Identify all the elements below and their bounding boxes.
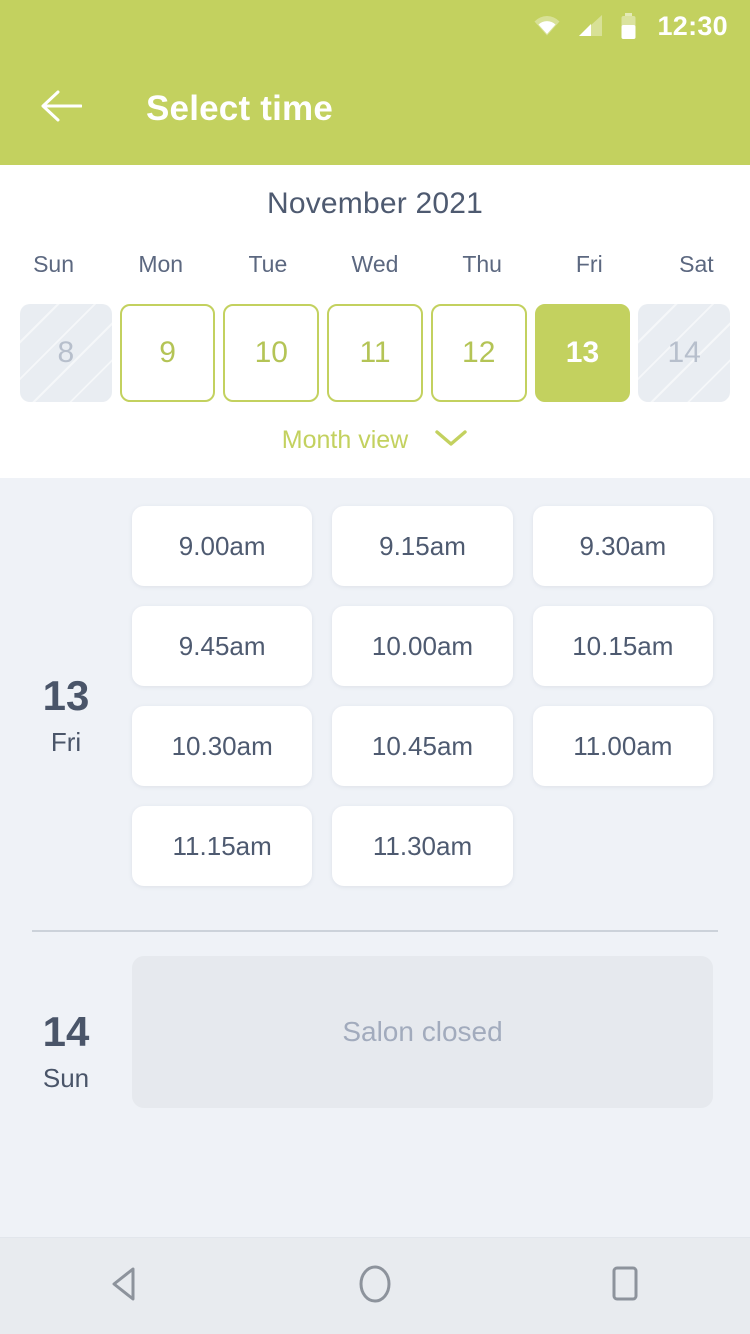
day-gutter-13: 13 Fri [0, 506, 132, 886]
time-slot[interactable]: 10.00am [332, 606, 513, 686]
day-weekday: Fri [50, 726, 82, 757]
cellular-signal-icon [578, 14, 604, 38]
android-home-button[interactable] [320, 1238, 430, 1334]
page-title: Select time [146, 88, 334, 128]
day-number: 13 [42, 672, 90, 720]
android-back-button[interactable] [70, 1238, 180, 1334]
time-slot[interactable]: 11.30am [332, 806, 513, 886]
chevron-down-icon [434, 428, 468, 453]
day-number: 14 [42, 1008, 90, 1056]
time-slot[interactable]: 11.00am [532, 706, 713, 786]
time-slot[interactable]: 9.45am [132, 606, 313, 686]
time-slot-grid: 9.00am 9.15am 9.30am 9.45am 10.00am 10.1… [132, 506, 750, 886]
time-slot[interactable]: 9.30am [532, 506, 713, 586]
weekday-label: Mon [138, 251, 184, 277]
weekday-label: Sun [33, 251, 75, 277]
back-button[interactable] [32, 80, 90, 138]
calendar-day-12[interactable]: 12 [430, 304, 527, 402]
schedule-day-13: 13 Fri 9.00am 9.15am 9.30am 9.45am 10.00… [0, 478, 750, 886]
weekday-label: Thu [462, 251, 502, 277]
back-arrow-icon [40, 89, 83, 128]
time-slot[interactable]: 9.15am [332, 506, 513, 586]
android-recents-icon [607, 1264, 643, 1309]
calendar-day-13[interactable]: 13 [534, 304, 631, 402]
calendar-day-9[interactable]: 9 [119, 304, 216, 402]
time-slot[interactable]: 10.30am [132, 706, 313, 786]
month-view-toggle[interactable]: Month view [0, 426, 750, 455]
app-bar: Select time [0, 52, 750, 165]
weekday-header-row: Sun Mon Tue Wed Thu Fri Sat [0, 251, 750, 278]
status-bar: 12:30 [0, 0, 750, 52]
weekday-label: Sat [679, 251, 714, 277]
month-view-label: Month view [281, 426, 409, 454]
calendar-day-row: 8 9 10 11 12 13 14 [0, 304, 750, 402]
wifi-icon [532, 14, 562, 38]
schedule-list: 13 Fri 9.00am 9.15am 9.30am 9.45am 10.00… [0, 478, 750, 1237]
time-slot[interactable]: 10.15am [532, 606, 713, 686]
calendar-day-8: 8 [20, 304, 112, 402]
android-recents-button[interactable] [570, 1238, 680, 1334]
salon-closed-banner: Salon closed [132, 956, 713, 1108]
day-gutter-14: 14 Sun [0, 956, 132, 1108]
calendar-day-10[interactable]: 10 [223, 304, 320, 402]
weekday-label: Wed [351, 251, 399, 277]
weekday-label: Fri [575, 251, 603, 277]
time-slot[interactable]: 10.45am [332, 706, 513, 786]
android-navigation-bar [0, 1237, 750, 1334]
weekday-label: Tue [248, 251, 288, 277]
calendar-month-title: November 2021 [266, 187, 484, 220]
day-weekday: Sun [42, 1062, 90, 1093]
status-bar-clock: 12:30 [657, 10, 728, 41]
battery-icon [620, 12, 637, 40]
time-slot[interactable]: 11.15am [132, 806, 313, 886]
calendar-day-14: 14 [638, 304, 731, 402]
calendar-day-11[interactable]: 11 [327, 304, 423, 402]
calendar-strip: November 2021 Sun Mon Tue Wed Thu Fri Sa… [0, 165, 750, 478]
time-slot[interactable]: 9.00am [132, 506, 313, 586]
android-back-icon [107, 1265, 143, 1308]
schedule-day-14: 14 Sun Salon closed [0, 932, 750, 1108]
android-home-icon [355, 1262, 395, 1311]
phone-screen: 12:30 Select time November 2021 Sun Mon … [0, 0, 750, 1334]
